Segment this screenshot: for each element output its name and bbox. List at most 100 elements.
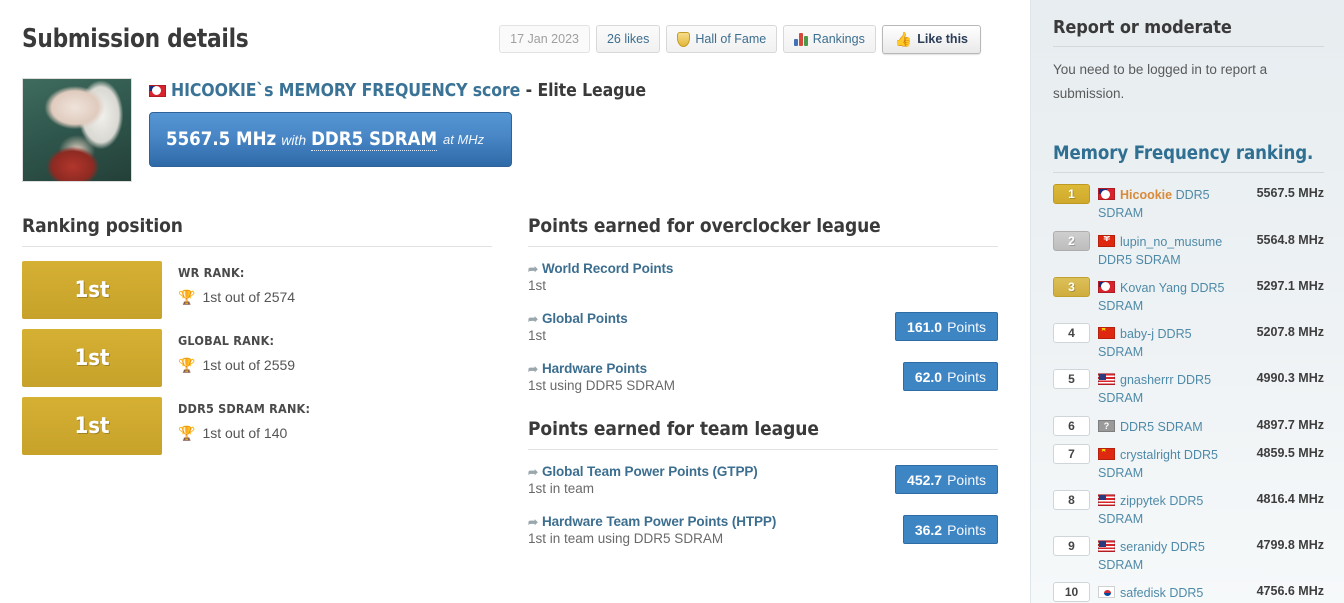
leaderboard-score: 5207.8 MHz <box>1256 325 1324 339</box>
list-item[interactable]: 10 safedisk DDR5 SDRAM 4756.6 MHz <box>1053 582 1324 603</box>
leaderboard-entry: Hicookie DDR5 SDRAM <box>1098 184 1234 222</box>
overclocker-league-title: Points earned for overclocker league <box>528 215 881 237</box>
leaderboard-username[interactable]: baby-j <box>1120 327 1154 341</box>
global-rank-badge: 1st <box>22 329 162 387</box>
hall-of-fame-button[interactable]: Hall of Fame <box>666 25 778 53</box>
leaderboard-username[interactable]: lupin_no_musume <box>1120 235 1222 249</box>
score-hardware-link[interactable]: DDR5 SDRAM <box>311 129 438 151</box>
global-rank-detail-row: 🏆 1st out of 2559 <box>178 357 295 373</box>
score-with-word: with <box>281 131 307 148</box>
hardware-points-link[interactable]: ➦ Hardware Points <box>528 361 903 376</box>
wr-rank-detail-row: 🏆 1st out of 2574 <box>178 289 295 305</box>
global-points-sub: 1st <box>528 328 547 343</box>
submission-date-chip: 17 Jan 2023 <box>499 25 590 53</box>
page-header: Submission details 17 Jan 2023 26 likes … <box>0 0 1030 62</box>
country-flag-icon <box>1098 373 1115 386</box>
team-league-section: Points earned for team league ➦ Global T… <box>528 418 998 552</box>
leaderboard-hardware[interactable]: DDR5 SDRAM <box>1120 420 1203 434</box>
hardware-rank-badge-value: 1st <box>74 413 110 439</box>
leaderboard-entry: crystalright DDR5 SDRAM <box>1098 444 1234 482</box>
leaderboard-entry: ? DDR5 SDRAM <box>1098 416 1234 436</box>
leaderboard-username[interactable]: gnasherrr <box>1120 373 1174 387</box>
list-item[interactable]: 2 lupin_no_musume DDR5 SDRAM 5564.8 MHz <box>1053 230 1324 269</box>
leaderboard-username[interactable]: Kovan Yang <box>1120 281 1187 295</box>
points-row: ➦ Hardware Points 1st using DDR5 SDRAM 6… <box>528 361 998 399</box>
divider <box>22 246 492 247</box>
list-item[interactable]: 5 gnasherrr DDR5 SDRAM 4990.3 MHz <box>1053 369 1324 407</box>
submission-user-benchmark-link[interactable]: HICOOKIE`s MEMORY FREQUENCY score <box>171 81 520 101</box>
rank-row: 1st GLOBAL RANK: 🏆 1st out of 2559 <box>22 329 492 387</box>
wr-rank-info: WR RANK: 🏆 1st out of 2574 <box>178 261 295 305</box>
submission-headline: HICOOKIE`s MEMORY FREQUENCY score - Elit… <box>149 81 646 101</box>
hardware-points-text: ➦ Hardware Points 1st using DDR5 SDRAM <box>528 361 903 393</box>
leaderboard-position-badge: 2 <box>1053 230 1090 251</box>
country-flag-icon <box>1098 327 1115 339</box>
gtpp-link[interactable]: ➦ Global Team Power Points (GTPP) <box>528 464 895 479</box>
list-item[interactable]: 4 baby-j DDR5 SDRAM 5207.8 MHz <box>1053 323 1324 361</box>
gtpp-label: Global Team Power Points (GTPP) <box>541 464 758 479</box>
list-item[interactable]: 7 crystalright DDR5 SDRAM 4859.5 MHz <box>1053 443 1324 482</box>
wr-rank-badge-value: 1st <box>74 277 110 303</box>
submission-league-label: - Elite League <box>520 81 646 101</box>
shield-icon <box>677 31 691 47</box>
divider <box>1053 46 1324 47</box>
leaderboard-position-badge: 9 <box>1053 536 1090 557</box>
points-row: ➦ Global Team Power Points (GTPP) 1st in… <box>528 464 998 502</box>
rank-row: 1st DDR5 SDRAM RANK: 🏆 1st out of 140 <box>22 397 492 455</box>
ranking-position-panel: Ranking position 1st WR RANK: 🏆 1st out … <box>22 215 492 564</box>
rankings-button[interactable]: Rankings <box>783 25 876 53</box>
leaderboard-hardware[interactable]: DDR5 SDRAM <box>1098 253 1181 267</box>
leaderboard-username[interactable]: seranidy <box>1120 540 1167 554</box>
list-item[interactable]: 9 seranidy DDR5 SDRAM 4799.8 MHz <box>1053 536 1324 574</box>
gtpp-badge: 452.7 Points <box>895 465 998 494</box>
leaderboard-username[interactable]: Hicookie <box>1120 188 1172 202</box>
wr-rank-badge: 1st <box>22 261 162 319</box>
leaderboard-position-badge: 7 <box>1053 443 1090 464</box>
leaderboard-position-badge: 3 <box>1053 276 1090 297</box>
htpp-badge: 36.2 Points <box>902 515 998 544</box>
hardware-rank-detail-row: 🏆 1st out of 140 <box>178 425 310 441</box>
list-item[interactable]: 8 zippytek DDR5 SDRAM 4816.4 MHz <box>1053 489 1324 528</box>
leaderboard-position-badge: 5 <box>1053 369 1090 390</box>
leaderboard-position-badge: 6 <box>1053 415 1090 436</box>
world-record-points-link[interactable]: ➦ World Record Points <box>528 261 998 276</box>
gtpp-unit: Points <box>947 471 986 488</box>
bar-chart-icon <box>794 32 808 46</box>
trophy-icon: 🏆 <box>178 357 196 373</box>
leaderboard-entry: zippytek DDR5 SDRAM <box>1098 490 1234 528</box>
likes-count-button[interactable]: 26 likes <box>595 25 661 53</box>
leaderboard-entry: lupin_no_musume DDR5 SDRAM <box>1098 231 1234 269</box>
world-record-points-sub: 1st <box>528 278 547 293</box>
htpp-text: ➦ Hardware Team Power Points (HTPP) 1st … <box>528 514 903 546</box>
leaderboard-score: 5297.1 MHz <box>1256 278 1324 293</box>
arrow-right-icon: ➦ <box>528 514 538 529</box>
global-points-text: ➦ Global Points 1st <box>528 311 895 343</box>
list-item[interactable]: 1 Hicookie DDR5 SDRAM 5567.5 MHz <box>1053 184 1324 222</box>
country-flag-icon <box>1098 188 1115 201</box>
submission-identity: HICOOKIE`s MEMORY FREQUENCY score - Elit… <box>0 62 1030 182</box>
leaderboard-username[interactable]: safedisk <box>1120 586 1166 600</box>
ranking-position-title: Ranking position <box>22 215 183 237</box>
country-flag-icon <box>1098 447 1115 460</box>
memory-frequency-ranking-title[interactable]: Memory Frequency ranking. <box>1053 143 1324 164</box>
leaderboard-position-badge: 10 <box>1053 582 1090 603</box>
htpp-value: 36.2 <box>914 521 943 538</box>
leaderboard-username[interactable]: crystalright <box>1120 448 1180 462</box>
leaderboard-username[interactable]: zippytek <box>1120 494 1166 508</box>
points-row: ➦ World Record Points 1st <box>528 261 998 299</box>
htpp-sub: 1st in team using DDR5 SDRAM <box>528 531 724 546</box>
detail-panels: Ranking position 1st WR RANK: 🏆 1st out … <box>0 182 1030 564</box>
hardware-points-label: Hardware Points <box>541 361 647 376</box>
list-item[interactable]: 6 ? DDR5 SDRAM 4897.7 MHz <box>1053 415 1324 436</box>
global-rank-label: GLOBAL RANK: <box>178 333 275 348</box>
unknown-country-icon: ? <box>1098 419 1115 432</box>
like-this-button[interactable]: 👍 Like this <box>881 24 981 54</box>
global-points-link[interactable]: ➦ Global Points <box>528 311 895 326</box>
memory-frequency-ranking-block: Memory Frequency ranking. 1 Hicookie DDR… <box>1053 143 1324 603</box>
leaderboard-score: 5564.8 MHz <box>1256 232 1324 247</box>
leaderboard-position-badge: 1 <box>1053 184 1090 205</box>
htpp-link[interactable]: ➦ Hardware Team Power Points (HTPP) <box>528 514 903 529</box>
list-item[interactable]: 3 Kovan Yang DDR5 SDRAM 5297.1 MHz <box>1053 276 1324 315</box>
hardware-points-badge: 62.0 Points <box>902 362 998 391</box>
divider <box>528 246 998 247</box>
